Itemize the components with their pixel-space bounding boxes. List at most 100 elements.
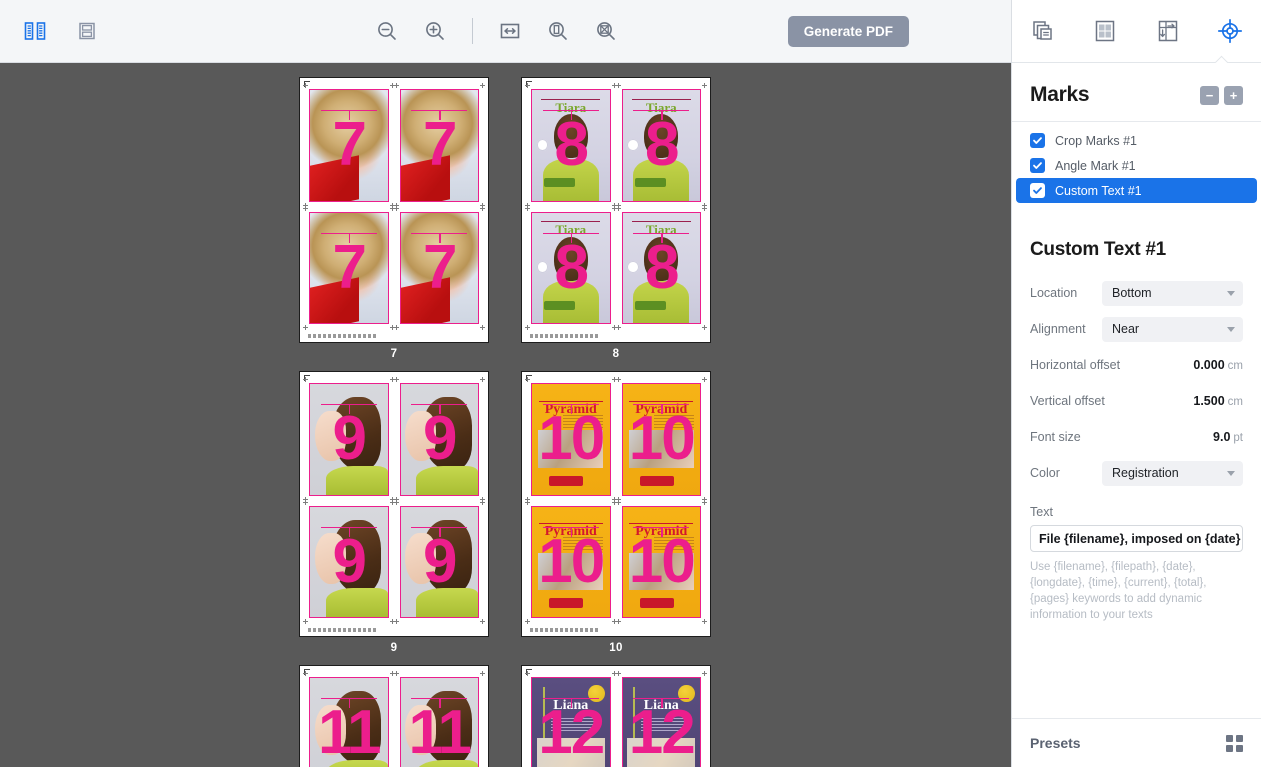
page-number-overlay: 7: [332, 110, 367, 180]
mark-checkbox[interactable]: [1030, 133, 1045, 148]
sheet-thumbnail[interactable]: 7777: [299, 77, 489, 343]
generate-pdf-button[interactable]: Generate PDF: [787, 16, 909, 47]
page-number-overlay: 12: [628, 698, 696, 767]
page-number-overlay: 10: [538, 526, 605, 596]
sheet-thumbnail[interactable]: Pyramid 10 Pyramid 10 Pyramid 10 Pyramid 10: [521, 371, 711, 637]
imposed-page-slot[interactable]: Tiara 8: [525, 83, 617, 208]
vertical-offset-row: Vertical offset 1.500 cm: [1012, 383, 1261, 419]
fit-page-icon[interactable]: [541, 14, 575, 48]
imposed-page-slot[interactable]: Tiara 8: [615, 83, 707, 208]
font-size-label: Font size: [1030, 430, 1081, 444]
presets-bar[interactable]: Presets: [1012, 718, 1261, 767]
registration-mark-icon: [611, 377, 617, 382]
imposed-page-slot[interactable]: Pyramid 10: [615, 377, 707, 502]
fit-width-icon[interactable]: [493, 14, 527, 48]
page-crop-box: Tiara 8: [531, 211, 611, 324]
horizontal-offset-field[interactable]: 0.000 cm: [1193, 358, 1243, 372]
imposed-page-slot[interactable]: Tiara 8: [525, 205, 617, 330]
imposed-page-slot[interactable]: Pyramid 10: [525, 499, 617, 624]
page-number-overlay: 8: [645, 110, 679, 180]
registration-mark-icon: [615, 496, 621, 502]
right-sidebar: Marks − + Crop Marks #1 Angle Mark #1 Cust…: [1011, 0, 1261, 767]
mark-item[interactable]: Crop Marks #1: [1012, 128, 1261, 153]
page-crop-box: 9: [309, 505, 389, 618]
sheet-thumbnail[interactable]: Tiara 8 Tiara 8 Tiara 8 Tiara 8: [521, 77, 711, 343]
custom-text-input[interactable]: File {filename}, imposed on {date} {tim: [1030, 525, 1243, 552]
imposed-page-slot[interactable]: 11: [393, 671, 485, 767]
active-tab-caret: [1215, 55, 1229, 63]
mark-item-label: Crop Marks #1: [1055, 133, 1137, 148]
mark-item[interactable]: Angle Mark #1: [1012, 153, 1261, 178]
zoom-out-icon[interactable]: [370, 14, 404, 48]
custom-text-mark: [530, 334, 600, 338]
save-layout-icon[interactable]: [70, 14, 104, 48]
imposed-page-slot[interactable]: 11: [303, 671, 395, 767]
imposed-page-slot[interactable]: 7: [303, 205, 395, 330]
imposed-page-slot[interactable]: 9: [393, 499, 485, 624]
tab-marks[interactable]: [1207, 10, 1253, 52]
imposed-page-slot[interactable]: Tiara 8: [615, 205, 707, 330]
page-number-overlay: 12: [538, 698, 605, 767]
imposed-page-slot[interactable]: Pyramid 10: [615, 499, 707, 624]
imposition-canvas[interactable]: 7 7 7 7 7 Tiara 8 Tiara 8 Tiara 8 Tiara 8 8 9 9 9 9 9 Pyram…: [0, 63, 1011, 767]
grid-presets-icon[interactable]: [1226, 734, 1243, 752]
imposed-page-slot[interactable]: 9: [303, 377, 395, 502]
page-crop-box: 11: [309, 677, 389, 767]
vertical-offset-field[interactable]: 1.500 cm: [1193, 394, 1243, 408]
presets-label: Presets: [1030, 735, 1081, 751]
tab-pages[interactable]: [1020, 10, 1066, 52]
tab-imposition[interactable]: [1145, 10, 1191, 52]
sheet-slots: Tiara 8 Tiara 8 Tiara 8 Tiara 8: [525, 83, 707, 330]
imposed-page-slot[interactable]: Pyramid 10: [525, 377, 617, 502]
registration-mark-icon: [525, 496, 530, 502]
registration-mark-icon: [480, 202, 485, 208]
location-row: Location Bottom: [1012, 275, 1261, 311]
registration-mark-icon: [303, 496, 308, 502]
page-number-overlay: 11: [317, 698, 382, 767]
page-crop-box: Tiara 8: [531, 89, 611, 202]
page-crop-box: 9: [399, 505, 479, 618]
fit-all-icon[interactable]: [589, 14, 623, 48]
imposed-page-slot[interactable]: Liana 12: [615, 671, 707, 767]
registration-mark-icon: [393, 83, 399, 88]
page-crop-box: Pyramid 10: [621, 505, 701, 618]
chevron-down-icon: [1227, 290, 1235, 296]
color-label: Color: [1030, 466, 1060, 480]
imposed-page-slot[interactable]: 7: [393, 83, 485, 208]
vertical-offset-value: 1.500: [1193, 394, 1225, 408]
alignment-select[interactable]: Near: [1102, 316, 1243, 342]
zoom-in-icon[interactable]: [418, 14, 452, 48]
location-select[interactable]: Bottom: [1102, 280, 1243, 306]
remove-mark-button[interactable]: −: [1200, 85, 1219, 105]
spread-view-icon[interactable]: [18, 14, 52, 48]
imposed-page-slot[interactable]: 9: [303, 499, 395, 624]
mark-item[interactable]: Custom Text #1: [1016, 178, 1257, 203]
sheet-cell: Liana12Liana12Liana12Liana1212: [521, 665, 711, 767]
add-mark-button[interactable]: +: [1224, 85, 1243, 105]
imposed-page-slot[interactable]: Liana 12: [525, 671, 617, 767]
registration-mark-icon: [615, 671, 621, 676]
mark-checkbox[interactable]: [1030, 183, 1045, 198]
vertical-offset-unit: cm: [1227, 396, 1243, 408]
sheet-thumbnail[interactable]: Liana12Liana12Liana12Liana12: [521, 665, 711, 767]
page-crop-box: 9: [399, 383, 479, 496]
registration-mark-icon: [480, 496, 485, 502]
imposed-page-slot[interactable]: 7: [393, 205, 485, 330]
imposed-page-slot[interactable]: 7: [303, 83, 395, 208]
registration-mark-icon: [702, 496, 707, 502]
sheet-thumbnail[interactable]: 9999: [299, 371, 489, 637]
sidebar-tabs: [1012, 0, 1261, 63]
sheet-thumbnail[interactable]: 11111111: [299, 665, 489, 767]
tab-layout[interactable]: [1082, 10, 1128, 52]
font-size-field[interactable]: 9.0 pt: [1213, 430, 1243, 444]
color-select[interactable]: Registration: [1102, 460, 1243, 486]
sheet-grid: 7 7 7 7 7 Tiara 8 Tiara 8 Tiara 8 Tiara 8 8 9 9 9 9 9 Pyram…: [299, 77, 711, 767]
registration-mark-icon: [702, 499, 707, 505]
page-number-overlay: 9: [423, 526, 457, 596]
registration-mark-icon: [615, 499, 621, 505]
mark-checkbox[interactable]: [1030, 158, 1045, 173]
alignment-label: Alignment: [1030, 322, 1086, 336]
mark-item-label: Custom Text #1: [1055, 183, 1142, 198]
imposed-page-slot[interactable]: 9: [393, 377, 485, 502]
location-value: Bottom: [1112, 286, 1152, 300]
